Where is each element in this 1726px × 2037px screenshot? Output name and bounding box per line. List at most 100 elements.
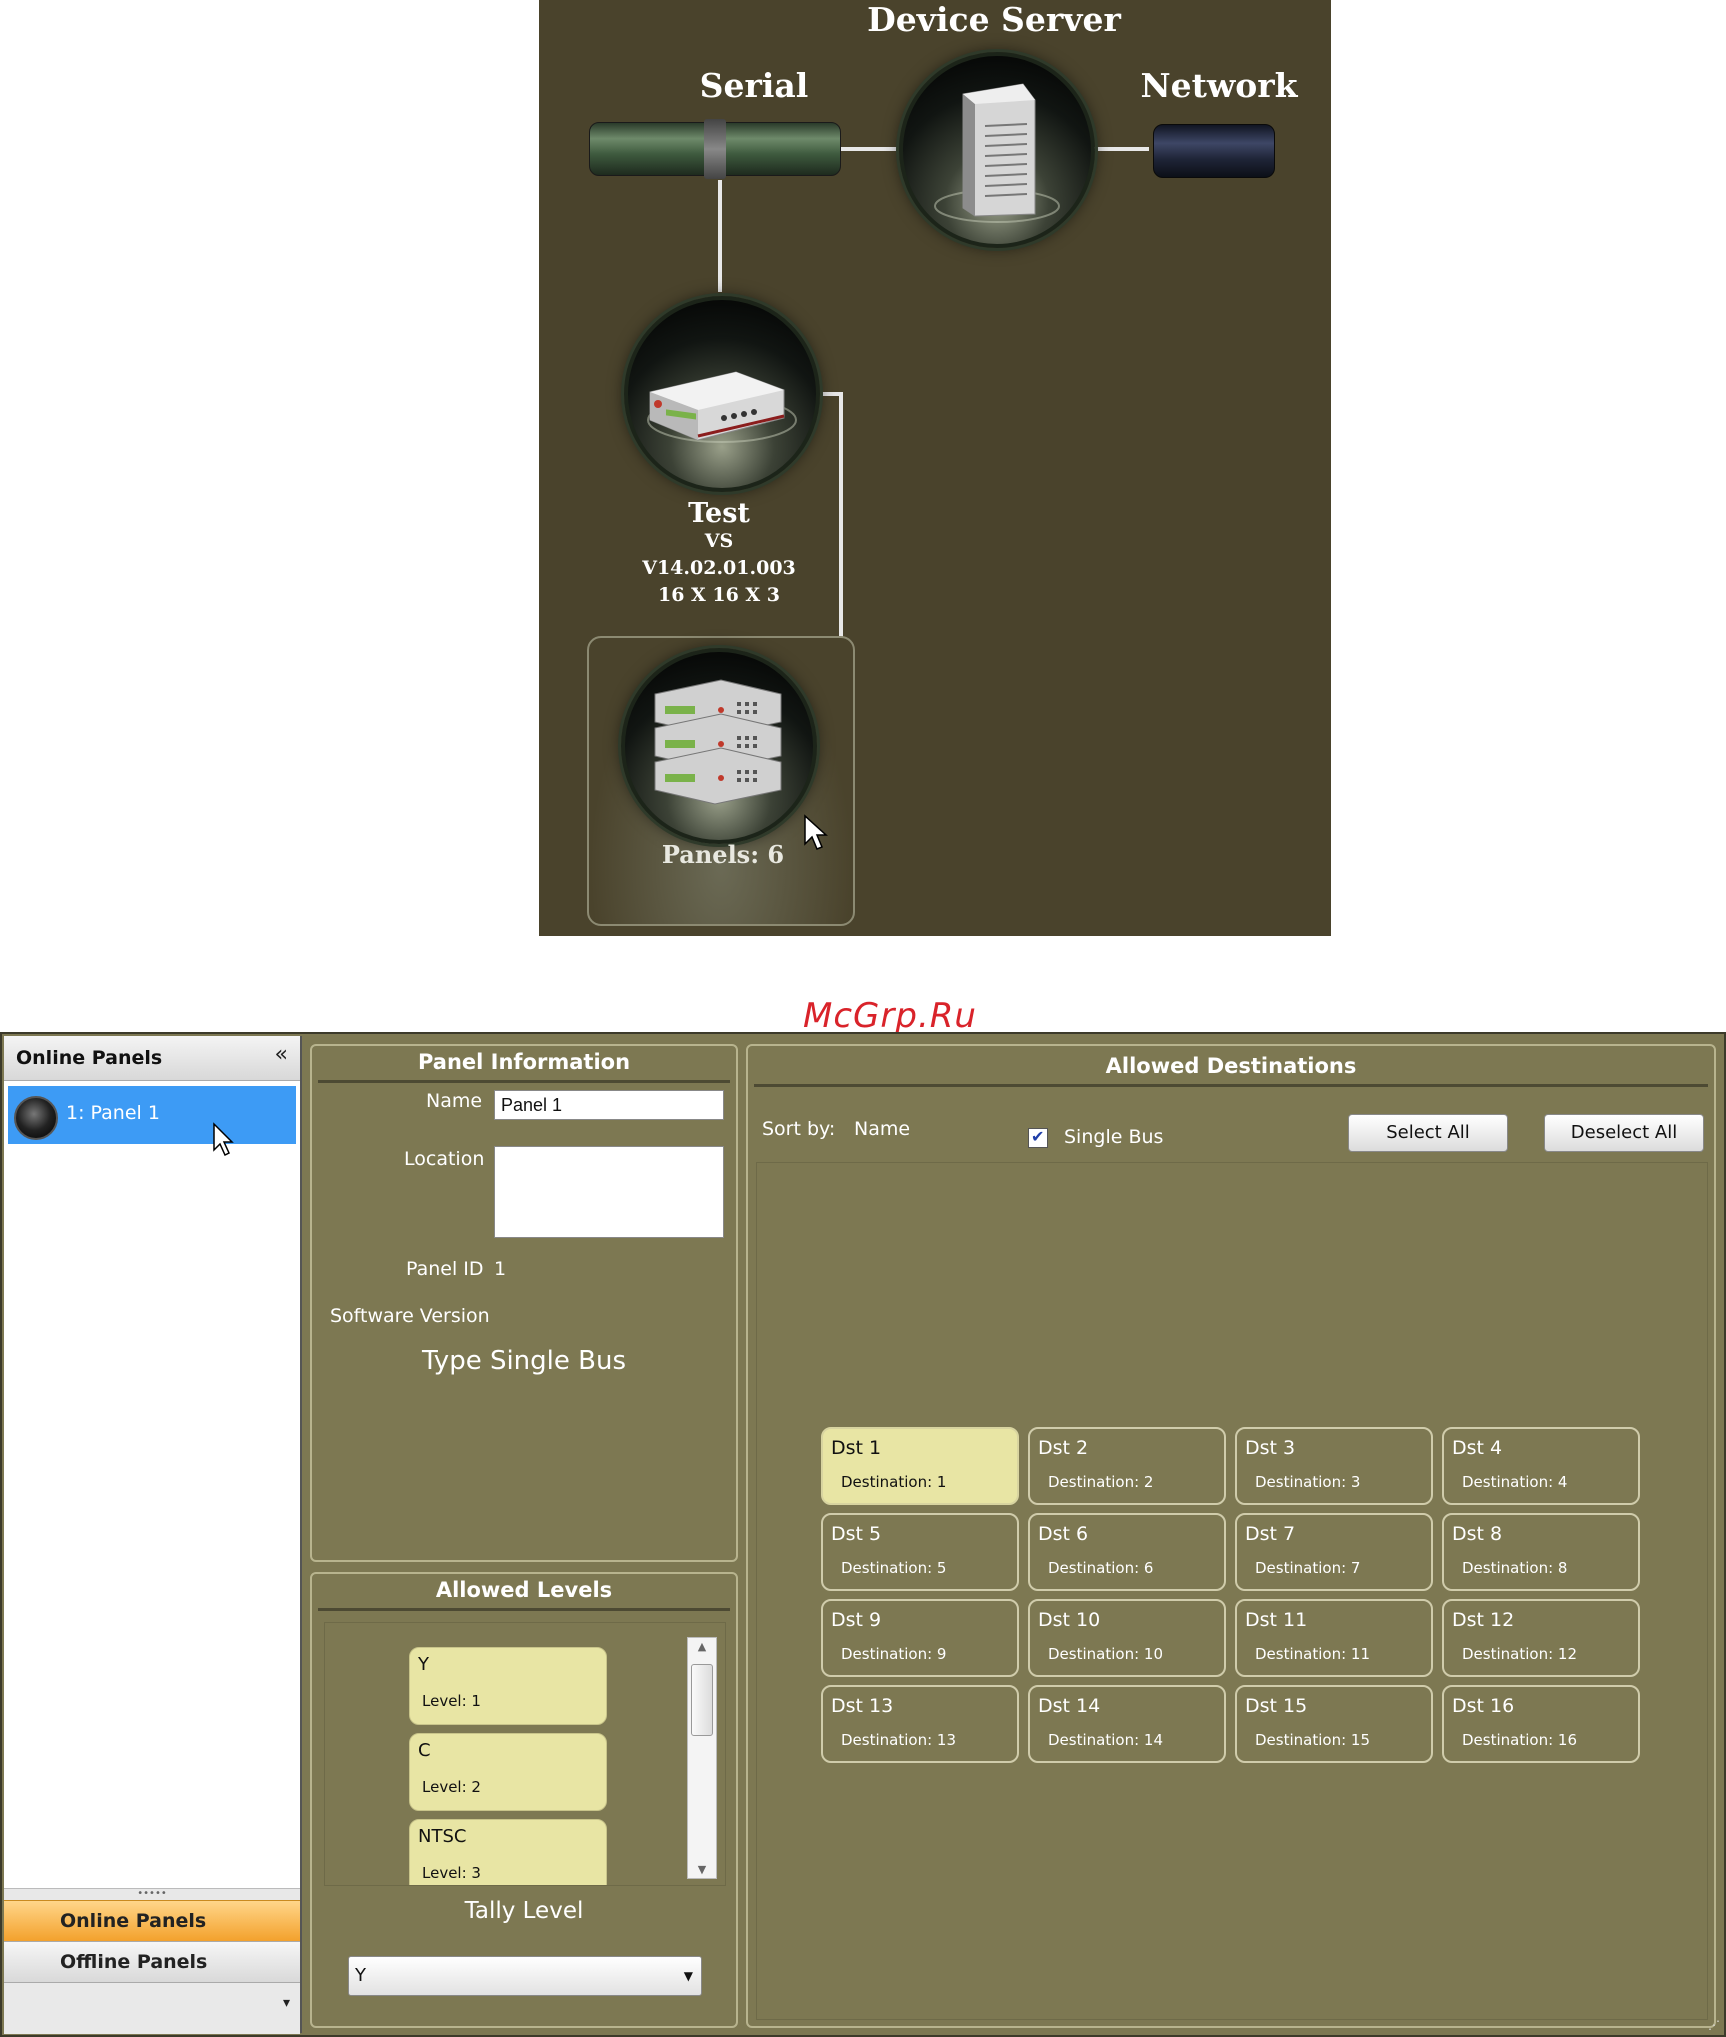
destination-name: Dst 6 [1038, 1523, 1089, 1545]
destination-name: Dst 12 [1452, 1609, 1515, 1631]
serial-server-wire [839, 147, 899, 151]
select-all-button[interactable]: Select All [1348, 1114, 1508, 1152]
destination-card[interactable]: Dst 2 Destination: 2 [1028, 1427, 1226, 1505]
destination-number: Destination: 11 [1255, 1645, 1370, 1663]
destination-name: Dst 15 [1245, 1695, 1308, 1717]
destination-card[interactable]: Dst 7 Destination: 7 [1235, 1513, 1433, 1591]
panel-id-value: 1 [494, 1258, 507, 1280]
online-panels-tab-label: Online Panels [60, 1910, 207, 1932]
destination-card[interactable]: Dst 14 Destination: 14 [1028, 1685, 1226, 1763]
destination-number: Destination: 16 [1462, 1731, 1577, 1749]
tally-level-select[interactable]: Y ▼ [348, 1956, 702, 1996]
destination-card[interactable]: Dst 16 Destination: 16 [1442, 1685, 1640, 1763]
single-bus-checkbox[interactable]: ✔ [1028, 1127, 1048, 1148]
destination-name: Dst 2 [1038, 1437, 1089, 1459]
tally-level-label: Tally Level [464, 1898, 584, 1924]
destination-number: Destination: 1 [841, 1473, 947, 1491]
destination-number: Destination: 15 [1255, 1731, 1370, 1749]
panel-list-item-label: 1: Panel 1 [66, 1102, 160, 1124]
level-card[interactable]: C Level: 2 [409, 1733, 607, 1811]
panel-orb-icon [14, 1096, 58, 1140]
destination-name: Dst 14 [1038, 1695, 1101, 1717]
device-server-node[interactable] [899, 52, 1095, 248]
level-name: NTSC [418, 1826, 467, 1847]
destination-card[interactable]: Dst 12 Destination: 12 [1442, 1599, 1640, 1677]
device-server-label: Device Server [867, 0, 1121, 39]
scroll-thumb[interactable] [691, 1664, 713, 1736]
panel-stack-icon [654, 679, 782, 805]
destination-card[interactable]: Dst 15 Destination: 15 [1235, 1685, 1433, 1763]
pane-title: Online Panels [16, 1047, 163, 1069]
destination-name: Dst 13 [831, 1695, 894, 1717]
destination-name: Dst 5 [831, 1523, 882, 1545]
serial-port-band [704, 119, 726, 179]
chevron-down-icon: ▼ [683, 1969, 693, 1983]
serial-connector-icon[interactable] [589, 119, 841, 179]
router-node[interactable] [624, 296, 820, 492]
destination-number: Destination: 8 [1462, 1559, 1568, 1577]
name-field[interactable] [494, 1090, 724, 1120]
scroll-up-icon[interactable]: ▲ [688, 1640, 716, 1653]
online-panels-tab[interactable]: Online Panels [4, 1900, 300, 1941]
destination-number: Destination: 13 [841, 1731, 956, 1749]
allowed-levels-section: Allowed Levels Y Level: 1 C Level: 2 NTS… [310, 1572, 738, 2028]
router-device-icon [647, 371, 797, 443]
destination-number: Destination: 4 [1462, 1473, 1568, 1491]
panel-information-title: Panel Information [318, 1050, 730, 1083]
destination-number: Destination: 12 [1462, 1645, 1577, 1663]
resize-grip-icon[interactable]: ⋰ [1704, 2017, 1720, 2033]
panel-id-label: Panel ID [406, 1258, 484, 1280]
destinations-grid: Dst 1 Destination: 1 Dst 2 Destination: 2 … [756, 1162, 1708, 2020]
destination-name: Dst 3 [1245, 1437, 1296, 1459]
level-number: Level: 1 [422, 1692, 481, 1710]
pane-header: Online Panels « [4, 1036, 300, 1081]
allowed-destinations-title: Allowed Destinations [754, 1054, 1708, 1087]
destination-card[interactable]: Dst 13 Destination: 13 [821, 1685, 1019, 1763]
level-name: C [418, 1740, 431, 1761]
destination-name: Dst 9 [831, 1609, 882, 1631]
destination-number: Destination: 14 [1048, 1731, 1163, 1749]
level-name: Y [418, 1654, 429, 1675]
destination-number: Destination: 2 [1048, 1473, 1154, 1491]
level-card[interactable]: Y Level: 1 [409, 1647, 607, 1725]
destination-card[interactable]: Dst 8 Destination: 8 [1442, 1513, 1640, 1591]
location-field[interactable] [494, 1146, 724, 1238]
panels-node[interactable]: Panels: 6 [587, 636, 855, 926]
destination-card[interactable]: Dst 4 Destination: 4 [1442, 1427, 1640, 1505]
destination-card[interactable]: Dst 11 Destination: 11 [1235, 1599, 1433, 1677]
chevron-down-icon[interactable]: ▾ [283, 1995, 290, 2011]
router-version: V14.02.01.003 [642, 557, 796, 579]
collapse-icon[interactable]: « [275, 1042, 288, 1067]
server-tower-icon [934, 83, 1060, 223]
allowed-levels-title: Allowed Levels [318, 1578, 730, 1611]
network-label: Network [1140, 66, 1298, 105]
mouse-cursor-icon [213, 1122, 234, 1157]
scroll-down-icon[interactable]: ▼ [688, 1863, 716, 1876]
destination-name: Dst 8 [1452, 1523, 1503, 1545]
pane-options-bar[interactable]: ▾ [4, 1982, 300, 2034]
level-number: Level: 2 [422, 1778, 481, 1796]
destination-name: Dst 11 [1245, 1609, 1308, 1631]
deselect-all-button[interactable]: Deselect All [1544, 1114, 1704, 1152]
router-size: 16 X 16 X 3 [657, 584, 781, 606]
destination-card[interactable]: Dst 10 Destination: 10 [1028, 1599, 1226, 1677]
levels-list[interactable]: Y Level: 1 C Level: 2 NTSC Level: 3 ▲ ▼ [324, 1622, 726, 1886]
router-name: Test [688, 498, 750, 529]
level-card[interactable]: NTSC Level: 3 [409, 1819, 607, 1885]
panel-list-item[interactable]: 1: Panel 1 [8, 1086, 296, 1157]
online-panels-pane: Online Panels « 1: Panel 1 ••••• Online … [4, 1036, 302, 2034]
destination-card[interactable]: Dst 9 Destination: 9 [821, 1599, 1019, 1677]
destination-name: Dst 7 [1245, 1523, 1296, 1545]
network-connector-icon[interactable] [1153, 124, 1275, 178]
levels-scrollbar[interactable]: ▲ ▼ [687, 1637, 717, 1879]
destination-card[interactable]: Dst 6 Destination: 6 [1028, 1513, 1226, 1591]
destination-card[interactable]: Dst 5 Destination: 5 [821, 1513, 1019, 1591]
destination-name: Dst 10 [1038, 1609, 1101, 1631]
level-number: Level: 3 [422, 1864, 481, 1882]
sort-by-value[interactable]: Name [854, 1118, 910, 1140]
tally-level-value: Y [355, 1965, 366, 1986]
offline-panels-tab[interactable]: Offline Panels [4, 1941, 300, 1982]
destination-card[interactable]: Dst 1 Destination: 1 [821, 1427, 1019, 1505]
destination-number: Destination: 7 [1255, 1559, 1361, 1577]
destination-card[interactable]: Dst 3 Destination: 3 [1235, 1427, 1433, 1505]
